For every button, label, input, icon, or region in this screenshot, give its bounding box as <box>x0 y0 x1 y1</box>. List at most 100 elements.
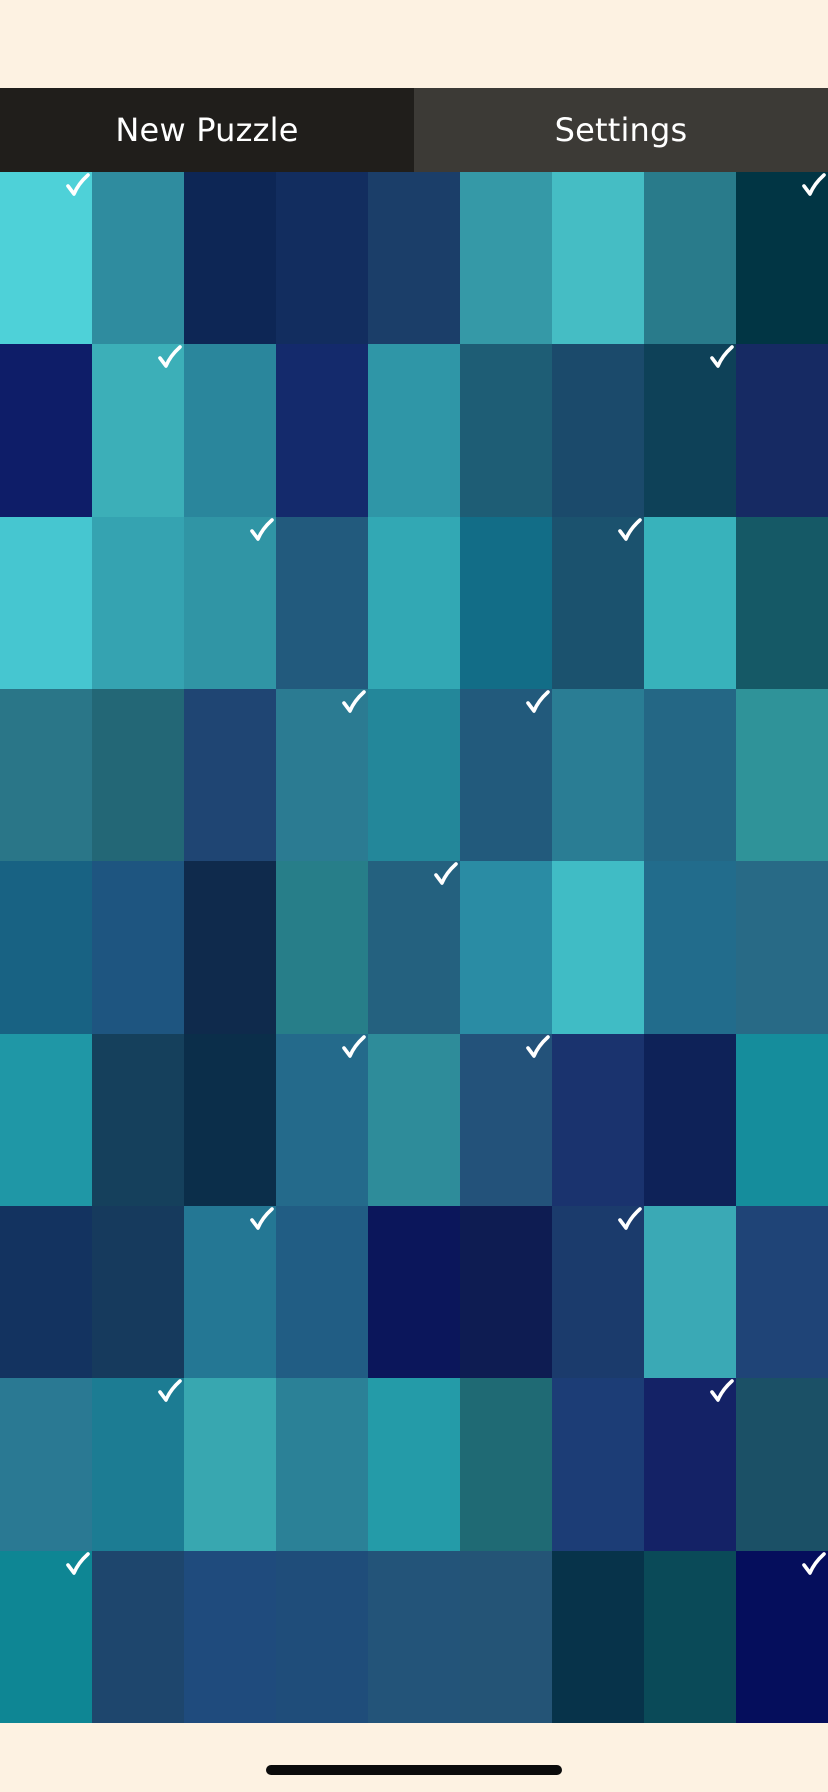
color-tile <box>184 1205 276 1379</box>
color-tile[interactable] <box>552 861 644 1034</box>
color-tile[interactable] <box>460 1550 552 1723</box>
check-icon <box>158 345 182 369</box>
color-tile[interactable] <box>368 688 460 862</box>
color-tile[interactable] <box>92 1205 184 1379</box>
color-tile <box>184 516 276 689</box>
check-icon <box>526 1034 550 1058</box>
color-tile[interactable] <box>368 172 460 345</box>
check-icon <box>710 1379 734 1403</box>
check-icon <box>434 862 458 886</box>
color-tile[interactable] <box>368 1205 460 1379</box>
check-icon <box>802 1551 826 1575</box>
check-icon <box>158 1379 182 1403</box>
color-tile[interactable] <box>276 172 368 345</box>
color-tile[interactable] <box>460 1378 552 1551</box>
color-tile <box>552 516 644 689</box>
check-icon <box>66 173 90 196</box>
check-icon <box>618 1207 642 1230</box>
check-icon <box>342 690 366 713</box>
color-tile[interactable] <box>0 516 92 689</box>
color-tile[interactable] <box>184 861 276 1034</box>
color-tile[interactable] <box>644 1205 736 1379</box>
color-tile[interactable] <box>460 172 552 345</box>
check-icon <box>802 173 826 196</box>
color-tile[interactable] <box>644 861 736 1034</box>
color-tile[interactable] <box>644 516 736 689</box>
color-tile[interactable] <box>184 1550 276 1723</box>
color-tile[interactable] <box>276 516 368 689</box>
color-tile[interactable] <box>276 1550 368 1723</box>
color-tile[interactable] <box>552 172 644 345</box>
color-tile[interactable] <box>92 861 184 1034</box>
color-tile[interactable] <box>184 688 276 862</box>
color-tile <box>0 1550 92 1723</box>
color-tile[interactable] <box>0 1033 92 1206</box>
color-tile <box>736 1550 828 1723</box>
color-tile[interactable] <box>92 172 184 345</box>
color-tile[interactable] <box>736 688 828 862</box>
color-tile[interactable] <box>276 1205 368 1379</box>
color-tile[interactable] <box>736 1378 828 1551</box>
puzzle-board <box>0 172 828 1723</box>
color-tile[interactable] <box>644 172 736 345</box>
color-tile <box>644 344 736 517</box>
color-tile <box>460 1033 552 1206</box>
color-tile[interactable] <box>460 861 552 1034</box>
color-tile <box>736 172 828 345</box>
color-tile[interactable] <box>368 1378 460 1551</box>
color-tile[interactable] <box>92 516 184 689</box>
color-tile[interactable] <box>552 1550 644 1723</box>
check-icon <box>66 1551 90 1575</box>
color-tile[interactable] <box>92 688 184 862</box>
color-tile[interactable] <box>0 861 92 1034</box>
new-puzzle-button[interactable]: New Puzzle <box>0 88 414 172</box>
settings-button[interactable]: Settings <box>414 88 828 172</box>
color-tile[interactable] <box>184 1033 276 1206</box>
color-tile[interactable] <box>736 516 828 689</box>
check-icon <box>526 690 550 713</box>
color-tile[interactable] <box>736 1033 828 1206</box>
color-tile[interactable] <box>552 688 644 862</box>
color-tile <box>460 688 552 862</box>
color-tile[interactable] <box>92 1550 184 1723</box>
color-tile <box>368 861 460 1034</box>
color-tile[interactable] <box>0 688 92 862</box>
top-toolbar: New Puzzle Settings <box>0 88 828 172</box>
color-tile[interactable] <box>368 344 460 517</box>
color-tile <box>92 344 184 517</box>
color-tile[interactable] <box>184 344 276 517</box>
color-tile[interactable] <box>184 1378 276 1551</box>
color-tile <box>92 1378 184 1551</box>
color-tile[interactable] <box>460 344 552 517</box>
color-tile[interactable] <box>736 344 828 517</box>
color-tile[interactable] <box>460 1205 552 1379</box>
color-tile[interactable] <box>736 1205 828 1379</box>
color-tile[interactable] <box>368 516 460 689</box>
color-tile[interactable] <box>644 688 736 862</box>
color-tile[interactable] <box>644 1550 736 1723</box>
color-tile <box>0 172 92 345</box>
color-tile[interactable] <box>276 344 368 517</box>
color-tile[interactable] <box>0 1205 92 1379</box>
home-indicator <box>266 1765 562 1775</box>
color-tile[interactable] <box>0 344 92 517</box>
color-tile <box>644 1378 736 1551</box>
color-tile[interactable] <box>276 1378 368 1551</box>
color-tile[interactable] <box>0 1378 92 1551</box>
color-tile[interactable] <box>644 1033 736 1206</box>
color-tile[interactable] <box>736 861 828 1034</box>
color-tile[interactable] <box>184 172 276 345</box>
color-tile[interactable] <box>460 516 552 689</box>
color-tile[interactable] <box>552 1033 644 1206</box>
color-tile[interactable] <box>368 1033 460 1206</box>
color-tile <box>276 688 368 862</box>
color-tile[interactable] <box>552 344 644 517</box>
check-icon <box>342 1034 366 1058</box>
check-icon <box>618 517 642 541</box>
color-tile <box>276 1033 368 1206</box>
color-tile[interactable] <box>276 861 368 1034</box>
color-tile[interactable] <box>552 1378 644 1551</box>
color-tile[interactable] <box>368 1550 460 1723</box>
color-tile[interactable] <box>92 1033 184 1206</box>
check-icon <box>710 345 734 369</box>
